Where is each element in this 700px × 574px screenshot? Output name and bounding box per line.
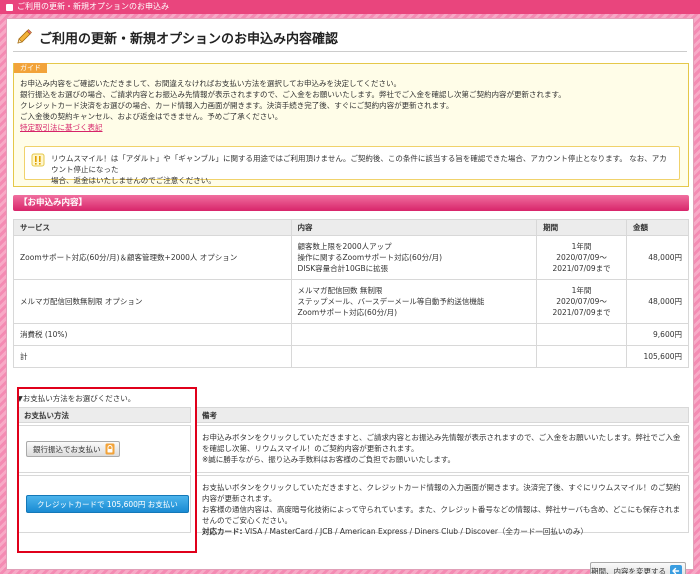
tax-row: 消費税 (10%) 9,600円: [13, 323, 689, 346]
payment-area: お支払い方法 備考 銀行振込でお支払い お申込みボタンをクリックしていただきます…: [13, 403, 689, 536]
tax-label: 消費税 (10%): [13, 323, 292, 346]
window-title: ご利用の更新・新規オプションのお申込み: [17, 2, 169, 11]
total-label: 計: [13, 345, 292, 368]
period-line: 2020/07/09～: [556, 253, 607, 262]
empty-cell: [536, 323, 628, 346]
guide-line: 銀行振込をお選びの場合、ご請求内容とお振込み先情報が表示されますので、ご入金をお…: [20, 90, 566, 99]
guide-line: クレジットカード決済をお選びの場合、カード情報入力画面が開きます。決済手続き完了…: [20, 101, 454, 110]
cell-service: メルマガ配信回数無制限 オプション: [13, 279, 292, 324]
content-line: 操作に関するZoomサポート対応(60分/月): [297, 253, 443, 262]
tax-amount: 9,600円: [626, 323, 689, 346]
guide-line: ご入金後の契約キャンセル、および返金はできません。予めご了承ください。: [20, 112, 283, 121]
header-period: 期間: [536, 219, 628, 236]
cell-service: Zoomサポート対応(60分/月)＆顧客管理数+2000人 オプション: [13, 235, 292, 280]
content-line: メルマガ配信回数 無制限: [297, 286, 383, 295]
period-line: 1年間: [571, 242, 592, 251]
card-note-line: お客様の通信内容は、高度暗号化技術によって守られています。また、クレジット番号な…: [202, 505, 681, 514]
total-amount: 105,600円: [626, 345, 689, 368]
header-amount: 金額: [626, 219, 689, 236]
bank-note-line: を確認し次第、リウムスマイル！のご契約内容が更新されます。: [202, 444, 419, 453]
guide-text: お申込み内容をご確認いただきまして、お間違えなければお支払い方法を選択してお申込…: [20, 78, 684, 133]
main-panel: ご利用の更新・新規オプションのお申込み内容確認 ガイド お申込み内容をご確認いた…: [6, 18, 694, 574]
window-titlebar: ご利用の更新・新規オプションのお申込み: [0, 0, 700, 14]
window-icon: [6, 3, 13, 11]
cell-period: 1年間 2020/07/09～ 2021/07/09まで: [536, 279, 628, 324]
table-row: Zoomサポート対応(60分/月)＆顧客管理数+2000人 オプション 顧客数上…: [13, 235, 689, 280]
payment-note-header: 備考: [195, 407, 689, 423]
bank-button-label: 銀行振込でお支払い: [33, 444, 101, 454]
cell-period: 1年間 2020/07/09～ 2021/07/09まで: [536, 235, 628, 280]
card-brands-label: 対応カード:: [202, 527, 243, 536]
card-brands: VISA / MasterCard / JCB / American Expre…: [244, 527, 588, 536]
total-row: 計 105,600円: [13, 345, 689, 368]
change-period-button[interactable]: 期間、内容を変更する: [590, 562, 686, 574]
card-note-cell: お支払いボタンをクリックしていただきますと、クレジットカード情報の入力画面が開き…: [195, 475, 689, 536]
period-line: 2021/07/09まで: [552, 264, 611, 273]
guide-line: お申込み内容をご確認いただきまして、お間違えなければお支払い方法を選択してお申込…: [20, 79, 401, 88]
cell-content: 顧客数上限を2000人アップ 操作に関するZoomサポート対応(60分/月) D…: [290, 235, 538, 280]
guide-box: ガイド お申込み内容をご確認いただきまして、お間違えなければお支払い方法を選択し…: [13, 63, 689, 187]
warning-icon: [31, 153, 45, 167]
cell-amount: 48,000円: [626, 279, 689, 324]
header-service: サービス: [13, 219, 292, 236]
period-line: 2021/07/09まで: [552, 308, 611, 317]
title-divider: [13, 51, 687, 52]
notice-line: 場合、返金はいたしませんのでご注意ください。: [51, 176, 216, 185]
header-content: 内容: [290, 219, 538, 236]
content-line: DISK容量合計10GBに拡張: [297, 264, 389, 273]
table-row: メルマガ配信回数無制限 オプション メルマガ配信回数 無制限 ステップメール、バ…: [13, 279, 689, 324]
usage-notice: リウムスマイル！は「アダルト」や「ギャンブル」に関する用途ではご利用頂けません。…: [24, 146, 680, 185]
card-note-line: 内容が更新されます。: [202, 494, 277, 503]
commercial-law-link[interactable]: 特定取引法に基づく表記: [20, 123, 103, 132]
card-note-line: お支払いボタンをクリックしていただきますと、クレジットカード情報の入力画面が開き…: [202, 483, 681, 492]
period-line: 2020/07/09～: [556, 297, 607, 306]
page-title: ご利用の更新・新規オプションのお申込み内容確認: [39, 31, 339, 47]
payment-method-header: お支払い方法: [17, 407, 191, 423]
page-title-wrap: ご利用の更新・新規オプションのお申込み内容確認: [15, 27, 338, 47]
order-table: サービス 内容 期間 金額 Zoomサポート対応(60分/月)＆顧客管理数+20…: [13, 219, 689, 368]
notice-text: リウムスマイル！は「アダルト」や「ギャンブル」に関する用途ではご利用頂けません。…: [51, 153, 671, 186]
empty-cell: [290, 323, 538, 346]
card-note-line: せんのでご安心ください。: [202, 516, 292, 525]
period-line: 1年間: [571, 286, 592, 295]
empty-cell: [536, 345, 628, 368]
bank-note-cell: お申込みボタンをクリックしていただきますと、ご請求内容とお振込み先情報が表示され…: [195, 425, 689, 473]
back-arrow-icon: [670, 565, 682, 574]
order-section-title: 【お申込み内容】: [13, 195, 689, 211]
cell-content: メルマガ配信回数 無制限 ステップメール、バースデーメール等自動予約送信機能 Z…: [290, 279, 538, 324]
content-line: 顧客数上限を2000人アップ: [297, 242, 392, 251]
bank-method-cell: 銀行振込でお支払い: [17, 425, 191, 473]
pencil-icon: [17, 29, 32, 44]
bank-note-line: お申込みボタンをクリックしていただきますと、ご請求内容とお振込み先情報が表示され…: [202, 433, 681, 442]
notice-line: リウムスマイル！は「アダルト」や「ギャンブル」に関する用途ではご利用頂けません。…: [51, 154, 667, 174]
content-line: ステップメール、バースデーメール等自動予約送信機能: [297, 297, 485, 306]
empty-cell: [290, 345, 538, 368]
cell-amount: 48,000円: [626, 235, 689, 280]
guide-tab: ガイド: [14, 63, 47, 73]
bank-transfer-button[interactable]: 銀行振込でお支払い: [26, 441, 120, 457]
lock-icon: [105, 443, 114, 455]
table-header-row: サービス 内容 期間 金額: [13, 219, 689, 236]
card-brands-line: 対応カード: VISA / MasterCard / JCB / America…: [202, 526, 682, 537]
content-line: Zoomサポート対応(60分/月): [297, 308, 398, 317]
credit-card-button[interactable]: クレジットカードで 105,600円 お支払い: [26, 495, 189, 513]
back-button-label: 期間、内容を変更する: [591, 566, 666, 574]
bank-note-line: ※誠に勝手ながら、振り込み手数料はお客様のご負担でお願いいたします。: [202, 455, 456, 464]
card-method-cell: クレジットカードで 105,600円 お支払い: [17, 475, 191, 533]
